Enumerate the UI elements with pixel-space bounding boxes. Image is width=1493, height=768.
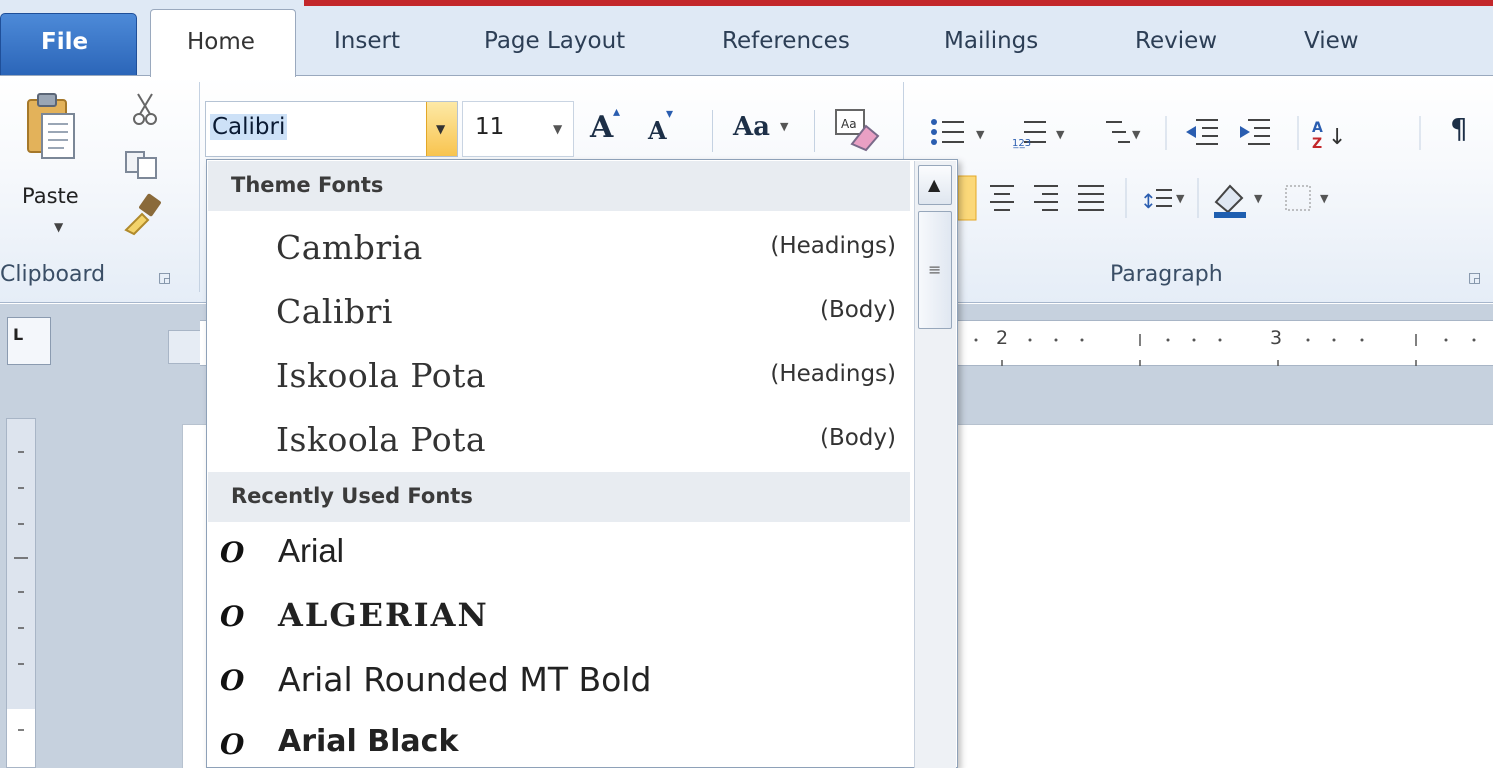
svg-text:1̲2̲3: 1̲2̲3	[1012, 138, 1031, 149]
font-item-role: (Body)	[819, 297, 896, 323]
scroll-thumb[interactable]: ≡	[918, 211, 952, 329]
svg-text:▼: ▼	[1176, 192, 1185, 205]
grip-icon: ≡	[928, 260, 942, 279]
change-case-button[interactable]: Aa	[733, 112, 770, 142]
svg-text:↕: ↕	[1140, 189, 1157, 213]
font-dropdown-list: Theme Fonts Cambria (Headings) Calibri (…	[206, 159, 958, 768]
bullets-icon	[931, 119, 937, 145]
tab-stop-icon: L	[13, 325, 24, 344]
font-item-name: ALGERIAN	[278, 596, 489, 634]
svg-text:▼: ▼	[1320, 192, 1329, 205]
ruler-ticks	[974, 334, 1476, 366]
svg-text:▼: ▼	[976, 128, 985, 141]
ruler-mark-2: 2	[996, 327, 1009, 349]
scroll-up-button[interactable]: ▲	[918, 165, 952, 205]
svg-text:Aa: Aa	[841, 117, 857, 131]
font-item-name: Calibri	[276, 292, 393, 331]
font-item-iskoola-pota-headings[interactable]: Iskoola Pota (Headings)	[208, 346, 910, 408]
svg-text:↓: ↓	[1328, 125, 1346, 150]
tab-file[interactable]: File	[0, 13, 137, 76]
grow-arrow-icon: ▴	[613, 104, 621, 120]
theme-fonts-header: Theme Fonts	[208, 161, 910, 211]
tab-mailings[interactable]: Mailings	[944, 28, 1038, 54]
opentype-icon: O	[220, 728, 245, 761]
opentype-icon: O	[220, 600, 245, 633]
font-item-name: Iskoola Pota	[276, 356, 487, 395]
font-name-value[interactable]: Calibri	[210, 114, 288, 140]
chevron-down-icon: ▼	[436, 122, 446, 136]
paragraph-launcher-icon[interactable]: ◲	[1468, 270, 1481, 286]
vertical-ruler-ticks	[14, 451, 28, 731]
font-item-algerian[interactable]: O ALGERIAN	[208, 588, 910, 650]
chevron-up-icon: ▲	[928, 175, 941, 194]
shrink-font-button[interactable]: A	[648, 116, 667, 145]
tab-page-layout[interactable]: Page Layout	[484, 28, 625, 54]
show-formatting-button[interactable]: ¶	[1450, 112, 1468, 145]
font-item-name: Cambria	[276, 228, 423, 267]
paragraph-top-row: ▼ 1̲2̲3 ▼ ▼ A Z ↓	[931, 116, 1421, 152]
copy-icon[interactable]	[124, 148, 160, 180]
svg-text:Z: Z	[1312, 136, 1322, 152]
scissors-icon[interactable]	[130, 92, 160, 128]
grow-font-button[interactable]: A	[590, 110, 613, 145]
font-item-arial[interactable]: O Arial	[208, 524, 910, 586]
recent-fonts-header: Recently Used Fonts	[208, 472, 910, 522]
clipboard-launcher-icon[interactable]: ◲	[158, 270, 171, 286]
ruler-mark-3: 3	[1270, 327, 1283, 349]
font-item-name: Arial Rounded MT Bold	[278, 660, 652, 699]
svg-text:▼: ▼	[1132, 128, 1141, 141]
font-item-arial-black[interactable]: O Arial Black	[208, 716, 910, 768]
svg-text:▼: ▼	[1254, 192, 1263, 205]
font-item-name: Arial	[278, 532, 345, 569]
chevron-down-icon[interactable]: ▼	[553, 122, 562, 136]
font-item-role: (Headings)	[770, 361, 896, 387]
font-item-calibri[interactable]: Calibri (Body)	[208, 282, 910, 344]
svg-text:▼: ▼	[1056, 128, 1065, 141]
font-item-role: (Body)	[819, 425, 896, 451]
paste-dropdown-arrow[interactable]: ▼	[54, 220, 63, 234]
group-separator	[199, 82, 200, 292]
clear-formatting-icon[interactable]: Aa	[832, 108, 882, 152]
font-list-scrollbar[interactable]: ▲ ≡	[914, 161, 956, 768]
title-accent-bar	[304, 0, 1493, 6]
opentype-icon: O	[220, 536, 245, 569]
paragraph-bottom-row: ↕ ▼ ▼ ▼	[958, 175, 1329, 221]
font-item-name: Iskoola Pota	[276, 420, 487, 459]
toolbar-separator	[814, 110, 815, 152]
font-size-value[interactable]: 11	[475, 114, 504, 140]
tab-home[interactable]: Home	[150, 9, 296, 77]
opentype-icon: O	[220, 664, 245, 697]
chevron-down-icon: ▼	[780, 120, 789, 133]
tab-references[interactable]: References	[722, 28, 850, 54]
svg-text:A: A	[1312, 120, 1323, 136]
format-painter-icon[interactable]	[120, 192, 164, 236]
tab-review[interactable]: Review	[1135, 28, 1217, 54]
font-item-cambria[interactable]: Cambria (Headings)	[208, 218, 910, 280]
paste-button-label[interactable]: Paste	[22, 184, 79, 208]
font-item-arial-rounded-mt-bold[interactable]: O Arial Rounded MT Bold	[208, 652, 910, 714]
font-item-name: Arial Black	[278, 724, 459, 759]
shrink-arrow-icon: ▾	[666, 106, 674, 122]
tab-insert[interactable]: Insert	[334, 28, 400, 54]
font-item-iskoola-pota-body[interactable]: Iskoola Pota (Body)	[208, 410, 910, 472]
clipboard-group-label: Clipboard	[0, 262, 106, 287]
paragraph-group-label: Paragraph	[1110, 262, 1223, 287]
font-item-role: (Headings)	[770, 233, 896, 259]
ruler-margin	[168, 330, 202, 364]
tab-view[interactable]: View	[1304, 28, 1359, 54]
paste-icon[interactable]	[26, 90, 76, 174]
toolbar-separator	[712, 110, 713, 152]
